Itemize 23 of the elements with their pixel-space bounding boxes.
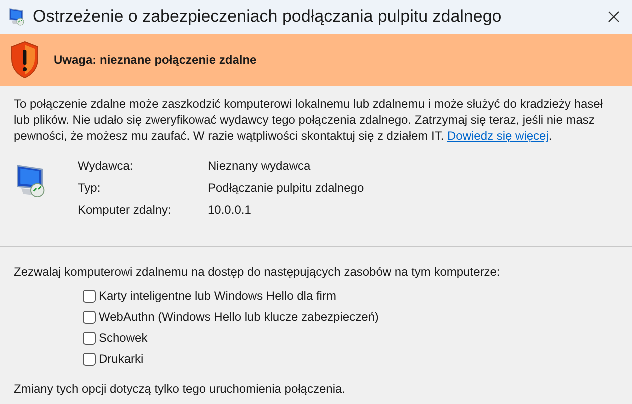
window-title: Ostrzeżenie o zabezpieczeniach podłączania pulpitu zdalnego bbox=[33, 6, 503, 28]
warning-description: To połączenie zdalne może zaszkodzić komputerowi lokalnemu lub zdalnemu i może służyć do kradzieży haseł lub plików. Nie udało się zweryfikować wydawcy tego połączenia zdalnego. Zatrzymaj się teraz, jeśli nie masz pewności, że możesz mu zaufać. W razie wątpliwości skontaktuj się z działem IT. Dowiedz się więcej. bbox=[14, 96, 604, 144]
close-icon[interactable] bbox=[608, 11, 620, 23]
detail-label: Komputer zdalny: bbox=[78, 202, 172, 218]
learn-more-link[interactable]: Dowiedz się więcej bbox=[448, 129, 549, 143]
detail-label: Typ: bbox=[78, 180, 102, 196]
checkbox-label: Drukarki bbox=[99, 351, 144, 367]
app-icon bbox=[8, 7, 26, 27]
detail-value: Nieznany wydawca bbox=[208, 158, 312, 174]
checkbox[interactable] bbox=[83, 290, 96, 302]
detail-value: Podłączanie pulpitu zdalnego bbox=[208, 180, 364, 196]
warning-shield-icon bbox=[10, 41, 40, 79]
detail-label: Wydawca: bbox=[78, 158, 134, 174]
warning-text: Uwaga: nieznane połączenie zdalne bbox=[54, 52, 257, 69]
checkbox[interactable] bbox=[83, 310, 96, 324]
checkbox[interactable] bbox=[83, 332, 96, 344]
options-note: Zmiany tych opcji dotyczą tylko tego uruchomienia połączenia. bbox=[14, 381, 346, 397]
checkbox[interactable] bbox=[83, 352, 96, 366]
resources-prompt: Zezwalaj komputerowi zdalnemu na dostęp do następujących zasobów na tym komputerze: bbox=[14, 264, 502, 280]
checkbox-label: Karty inteligentne lub Windows Hello dla firm bbox=[99, 288, 336, 304]
checkbox-label: Schowek bbox=[99, 330, 148, 346]
checkbox-label: WebAuthn (Windows Hello lub klucze zabezpieczeń) bbox=[99, 309, 379, 325]
detail-value: 10.0.0.1 bbox=[208, 202, 252, 218]
